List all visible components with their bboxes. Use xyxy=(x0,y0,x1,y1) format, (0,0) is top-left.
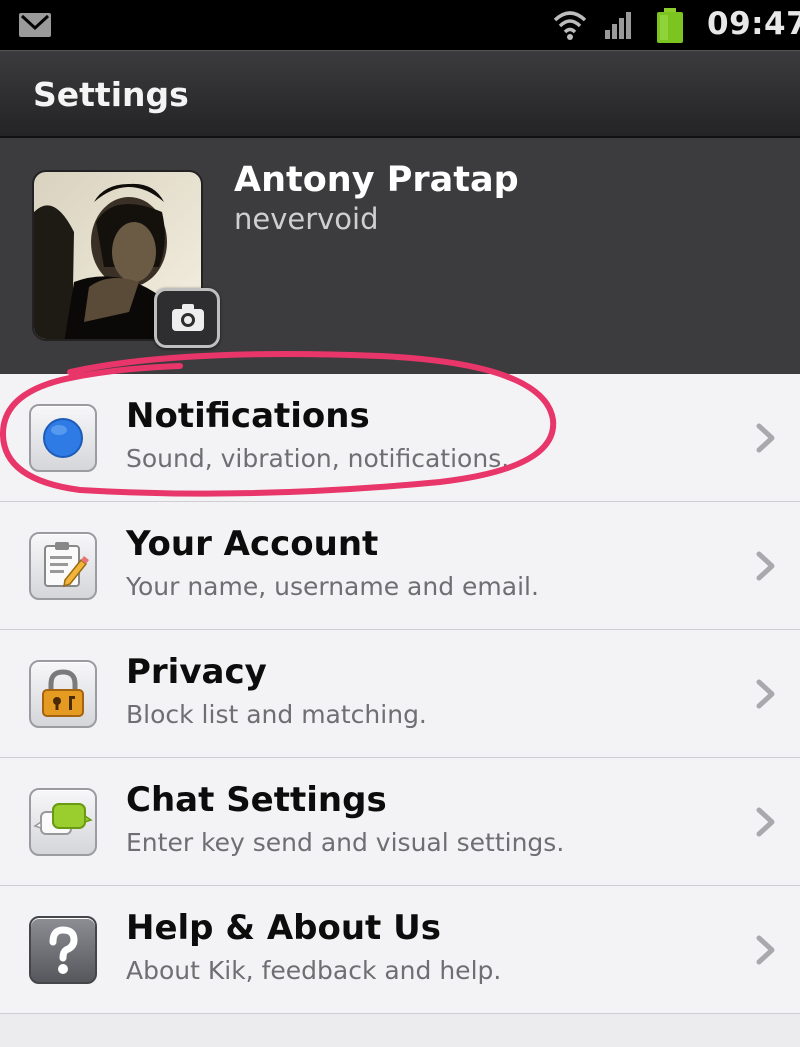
item-title: Chat Settings xyxy=(126,780,387,820)
settings-item-privacy[interactable]: Privacy Block list and matching. xyxy=(0,630,800,758)
change-photo-button[interactable] xyxy=(154,288,220,348)
status-bar: 09:47 xyxy=(0,0,800,50)
settings-item-chat-settings[interactable]: Chat Settings Enter key send and visual … xyxy=(0,758,800,886)
chevron-right-icon xyxy=(756,807,775,837)
title-bar: Settings xyxy=(0,50,800,138)
page-title: Settings xyxy=(33,75,189,114)
question-mark-icon xyxy=(29,916,97,984)
chevron-right-icon xyxy=(756,551,775,581)
status-clock: 09:47 xyxy=(707,6,800,42)
item-title: Help & About Us xyxy=(126,908,441,948)
profile-username: nevervoid xyxy=(234,202,379,236)
item-subtitle: Sound, vibration, notifications. xyxy=(126,444,510,473)
item-title: Your Account xyxy=(126,524,379,564)
item-subtitle: Your name, username and email. xyxy=(126,572,539,601)
settings-item-notifications[interactable]: Notifications Sound, vibration, notifica… xyxy=(0,374,800,502)
chevron-right-icon xyxy=(756,935,775,965)
padlock-icon xyxy=(29,660,97,728)
item-subtitle: Block list and matching. xyxy=(126,700,427,729)
profile-header: Antony Pratap nevervoid xyxy=(0,138,800,374)
camera-icon xyxy=(172,304,204,331)
item-subtitle: Enter key send and visual settings. xyxy=(126,828,565,857)
settings-item-help-about[interactable]: Help & About Us About Kik, feedback and … xyxy=(0,886,800,1014)
settings-item-your-account[interactable]: Your Account Your name, username and ema… xyxy=(0,502,800,630)
item-title: Notifications xyxy=(126,396,370,436)
account-clipboard-icon xyxy=(29,532,97,600)
profile-name: Antony Pratap xyxy=(234,160,519,200)
item-subtitle: About Kik, feedback and help. xyxy=(126,956,502,985)
battery-icon xyxy=(657,8,683,43)
item-title: Privacy xyxy=(126,652,267,692)
notification-dot-icon xyxy=(29,404,97,472)
settings-list: Notifications Sound, vibration, notifica… xyxy=(0,374,800,1014)
signal-icon xyxy=(605,12,631,39)
mail-icon xyxy=(19,13,51,37)
chevron-right-icon xyxy=(756,423,775,453)
chat-bubbles-icon xyxy=(29,788,97,856)
wifi-icon xyxy=(553,11,587,40)
chevron-right-icon xyxy=(756,679,775,709)
